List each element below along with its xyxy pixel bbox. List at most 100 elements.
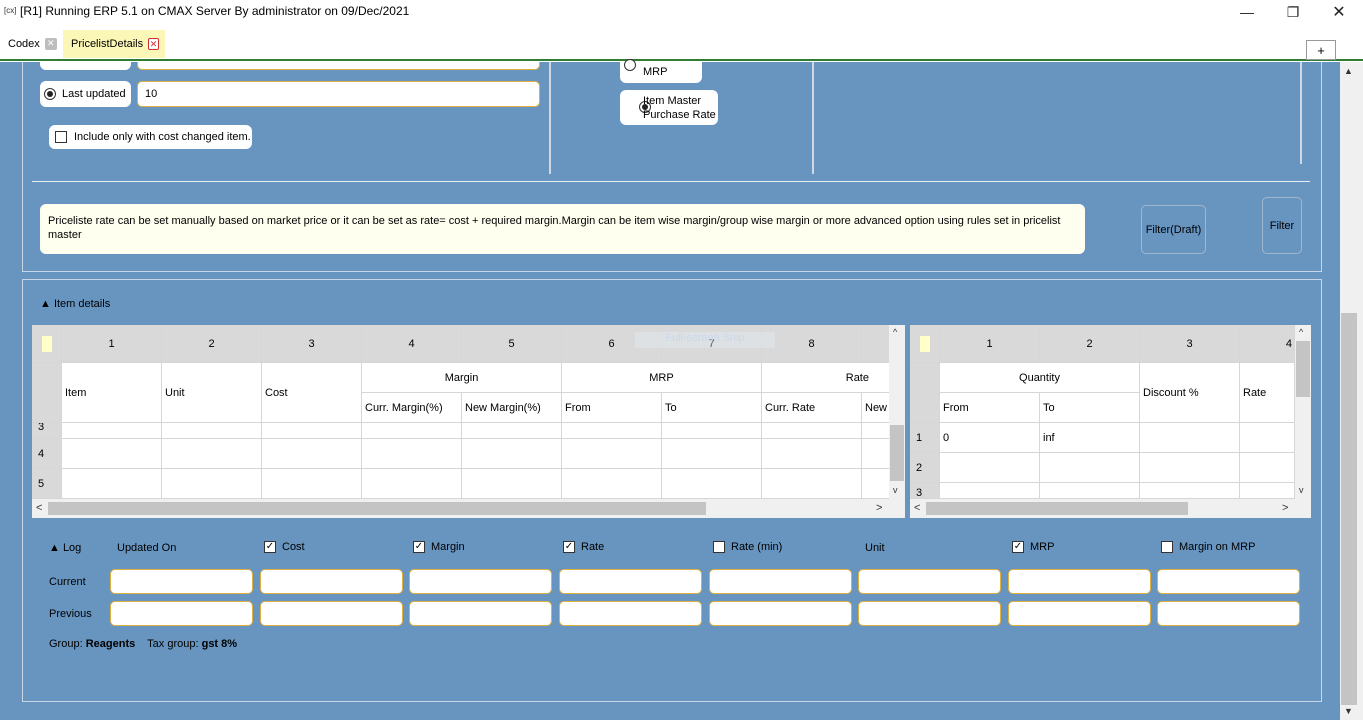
row-number[interactable]: 3: [32, 423, 62, 439]
grid-cell[interactable]: [662, 439, 762, 469]
rate-cell[interactable]: [1240, 453, 1295, 483]
discount-cell[interactable]: [1140, 423, 1240, 453]
log-mrp-option[interactable]: ✓ MRP: [1012, 541, 1054, 553]
checkbox-icon[interactable]: [1161, 541, 1173, 553]
checkbox-checked-icon[interactable]: ✓: [413, 541, 425, 553]
grid-cell[interactable]: [262, 423, 362, 439]
current-margin-field[interactable]: [409, 569, 552, 594]
grid-cell[interactable]: [362, 439, 462, 469]
grid-cell[interactable]: [562, 439, 662, 469]
scroll-up-icon[interactable]: ^: [893, 327, 897, 337]
log-cost-option[interactable]: ✓ Cost: [264, 541, 305, 553]
previous-cost-field[interactable]: [260, 601, 403, 626]
last-updated-input[interactable]: 10: [137, 81, 540, 107]
scroll-down-icon[interactable]: v: [893, 485, 898, 495]
rate-cell[interactable]: [1240, 423, 1295, 453]
grid-cell[interactable]: [362, 469, 462, 499]
column-header[interactable]: 1: [940, 325, 1040, 363]
column-header[interactable]: 1: [62, 325, 162, 363]
current-margin-on-mrp-field[interactable]: [1157, 569, 1300, 594]
close-icon[interactable]: ✕: [148, 38, 159, 50]
column-header[interactable]: 3: [262, 325, 362, 363]
grid-cell[interactable]: [562, 469, 662, 499]
row-number[interactable]: 1: [910, 423, 940, 453]
column-header[interactable]: 8: [762, 325, 862, 363]
previous-rate-min-field[interactable]: [709, 601, 852, 626]
column-header[interactable]: [862, 325, 892, 363]
previous-rate-field[interactable]: [559, 601, 702, 626]
qty-from-cell[interactable]: 0: [940, 423, 1040, 453]
grid-cell[interactable]: [162, 469, 262, 499]
grid-cell[interactable]: [862, 439, 892, 469]
scroll-left-icon[interactable]: <: [36, 502, 42, 514]
grid-cell[interactable]: [762, 439, 862, 469]
scroll-down-icon[interactable]: v: [1299, 485, 1304, 495]
grid-cell[interactable]: [262, 439, 362, 469]
discount-cell[interactable]: [1140, 483, 1240, 499]
grid-cell[interactable]: [462, 423, 562, 439]
close-window-button[interactable]: ✕: [1316, 0, 1362, 24]
grid-cell[interactable]: [762, 469, 862, 499]
grid-cell[interactable]: [462, 439, 562, 469]
radio-selected-icon[interactable]: [44, 88, 56, 100]
minimize-button[interactable]: —: [1224, 0, 1270, 24]
previous-margin-field[interactable]: [409, 601, 552, 626]
grid-horizontal-scrollbar-thumb[interactable]: [48, 502, 706, 515]
scroll-up-icon[interactable]: ^: [1299, 327, 1303, 337]
grid-cell[interactable]: [62, 439, 162, 469]
scroll-right-icon[interactable]: >: [876, 502, 882, 514]
checkbox-checked-icon[interactable]: ✓: [563, 541, 575, 553]
row-number[interactable]: 2: [910, 453, 940, 483]
scroll-left-icon[interactable]: <: [914, 502, 920, 514]
log-margin-option[interactable]: ✓ Margin: [413, 541, 465, 553]
qty-from-cell[interactable]: [940, 483, 1040, 499]
row-number[interactable]: 5: [32, 469, 62, 499]
qty-from-cell[interactable]: [940, 453, 1040, 483]
tab-codex[interactable]: Codex ✕: [0, 30, 63, 58]
grid-cell[interactable]: [62, 423, 162, 439]
grid-cell[interactable]: [362, 423, 462, 439]
qty-to-cell[interactable]: inf: [1040, 423, 1140, 453]
grid-cell[interactable]: [462, 469, 562, 499]
cost-changed-option[interactable]: Include only with cost changed item.: [49, 125, 252, 149]
row-number[interactable]: 3: [910, 483, 940, 499]
quantity-grid[interactable]: 1 2 3 4 Quantity Discount % Rate From To…: [910, 325, 1311, 518]
grid-vertical-scrollbar-thumb[interactable]: [1296, 341, 1310, 397]
log-rate-option[interactable]: ✓ Rate: [563, 541, 604, 553]
tab-pricelist-details[interactable]: PricelistDetails ✕: [63, 30, 165, 58]
previous-unit-field[interactable]: [858, 601, 1001, 626]
column-header[interactable]: 5: [462, 325, 562, 363]
grid-cell[interactable]: [662, 469, 762, 499]
column-header[interactable]: 4: [362, 325, 462, 363]
previous-updated-on-field[interactable]: [110, 601, 253, 626]
scroll-down-icon[interactable]: ▼: [1344, 706, 1353, 716]
grid-cell[interactable]: [62, 469, 162, 499]
filter-button[interactable]: Filter: [1262, 197, 1302, 254]
row-number[interactable]: 4: [32, 439, 62, 469]
column-header[interactable]: 2: [162, 325, 262, 363]
maximize-button[interactable]: ❐: [1270, 0, 1316, 24]
column-header[interactable]: 4: [1240, 325, 1295, 363]
grid-vertical-scrollbar-thumb[interactable]: [890, 425, 904, 481]
current-cost-field[interactable]: [260, 569, 403, 594]
current-rate-field[interactable]: [559, 569, 702, 594]
grid-cell[interactable]: [862, 469, 892, 499]
close-icon[interactable]: ✕: [44, 38, 57, 50]
filter-input[interactable]: [137, 62, 540, 70]
page-scrollbar-thumb[interactable]: [1341, 313, 1357, 705]
scroll-right-icon[interactable]: >: [1282, 502, 1288, 514]
current-unit-field[interactable]: [858, 569, 1001, 594]
qty-to-cell[interactable]: [1040, 483, 1140, 499]
grid-cell[interactable]: [762, 423, 862, 439]
grid-cell[interactable]: [862, 423, 892, 439]
grid-cell[interactable]: [562, 423, 662, 439]
log-margin-on-mrp-option[interactable]: Margin on MRP: [1161, 541, 1255, 553]
scroll-up-icon[interactable]: ▲: [1344, 66, 1353, 76]
item-grid[interactable]: 1 2 3 4 5 6 7 8 Full-screen Snip Item Un…: [32, 325, 905, 518]
discount-cell[interactable]: [1140, 453, 1240, 483]
grid-cell[interactable]: [162, 439, 262, 469]
new-tab-button[interactable]: +: [1306, 40, 1336, 60]
grid-cell[interactable]: [162, 423, 262, 439]
previous-margin-on-mrp-field[interactable]: [1157, 601, 1300, 626]
grid-horizontal-scrollbar-thumb[interactable]: [926, 502, 1188, 515]
